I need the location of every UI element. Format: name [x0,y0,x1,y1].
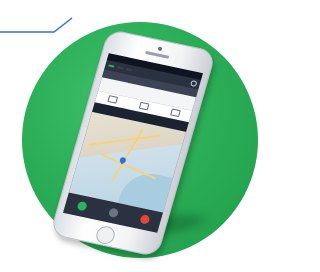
tab-1[interactable] [108,64,115,68]
call-button[interactable] [75,200,88,212]
back-button[interactable] [107,207,119,218]
road [110,128,144,182]
stop-button[interactable] [138,214,151,225]
settings-icon[interactable] [189,79,198,88]
hero-illustration [0,0,263,272]
info-label [102,85,103,90]
vehicle-action[interactable] [169,108,181,118]
tab-3[interactable] [125,68,133,72]
car-icon [169,108,181,117]
info-value [190,103,191,108]
location-icon [138,101,149,111]
location-action[interactable] [138,101,149,112]
tab-2[interactable] [116,66,124,70]
video-action[interactable] [106,95,118,105]
road [100,153,156,180]
road [88,134,161,146]
video-icon [106,95,118,104]
